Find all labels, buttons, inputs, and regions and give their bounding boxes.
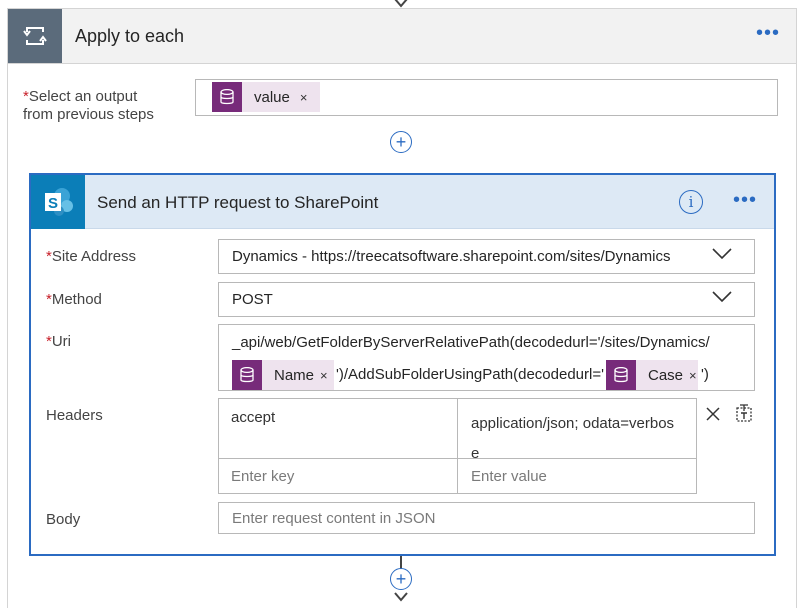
site-address-value: Dynamics - https://treecatsoftware.share…: [232, 248, 671, 265]
new-header-value-input[interactable]: Enter value: [458, 459, 696, 493]
apply-to-each-title: Apply to each: [75, 26, 185, 46]
headers-table: accept application/json; odata=verbos e E…: [218, 398, 697, 494]
apply-to-each-more-icon[interactable]: •••: [756, 22, 780, 45]
value-token-label: value: [254, 88, 290, 106]
uri-text-line1: _api/web/GetFolderByServerRelativePath(d…: [232, 334, 710, 351]
header-key-input[interactable]: accept: [219, 399, 458, 459]
chevron-down-icon[interactable]: [712, 291, 732, 303]
sharepoint-action-title: Send an HTTP request to SharePoint: [97, 193, 379, 212]
database-icon: [232, 360, 262, 390]
case-token[interactable]: Case ×: [606, 360, 698, 390]
connector-arrow-icon: [394, 0, 408, 8]
database-icon: [606, 360, 636, 390]
uri-text-middle: ')/AddSubFolderUsingPath(decodedurl=': [336, 366, 604, 383]
remove-token-icon[interactable]: ×: [320, 368, 328, 383]
sharepoint-icon: S: [31, 175, 85, 229]
site-address-dropdown[interactable]: Dynamics - https://treecatsoftware.share…: [218, 239, 755, 274]
header-value-input[interactable]: application/json; odata=verbos e: [458, 399, 696, 462]
body-label: Body: [46, 511, 81, 528]
remove-token-icon[interactable]: ×: [300, 90, 308, 105]
uri-text-end: '): [701, 366, 709, 383]
body-input[interactable]: Enter request content in JSON: [218, 502, 755, 534]
switch-to-text-mode-icon[interactable]: [734, 403, 754, 423]
uri-input[interactable]: _api/web/GetFolderByServerRelativePath(d…: [218, 324, 755, 391]
method-value: POST: [232, 291, 273, 308]
add-step-button[interactable]: +: [390, 131, 412, 153]
uri-label: *Uri: [46, 333, 72, 350]
method-label: *Method: [46, 291, 102, 308]
connector-arrow-icon: [394, 592, 408, 602]
sharepoint-action-more-icon[interactable]: •••: [733, 189, 757, 212]
svg-text:S: S: [48, 195, 58, 212]
method-dropdown[interactable]: POST: [218, 282, 755, 317]
select-output-field[interactable]: value ×: [195, 79, 778, 116]
site-address-label: *Site Address: [46, 248, 137, 265]
add-action-button[interactable]: +: [390, 568, 412, 590]
remove-token-icon[interactable]: ×: [689, 368, 697, 383]
database-icon: [212, 82, 242, 112]
delete-header-icon[interactable]: [705, 406, 721, 422]
select-output-label: *Select an output from previous steps: [23, 88, 154, 123]
name-token-label: Name: [274, 366, 315, 384]
loop-icon: [8, 9, 62, 63]
headers-label: Headers: [46, 407, 103, 424]
chevron-down-icon[interactable]: [712, 248, 732, 260]
info-icon[interactable]: i: [679, 190, 703, 214]
header-key-value: accept: [231, 409, 276, 426]
new-header-key-input[interactable]: Enter key: [219, 459, 458, 493]
value-token[interactable]: value ×: [212, 82, 320, 112]
name-token[interactable]: Name ×: [232, 360, 334, 390]
case-token-label: Case: [648, 366, 684, 384]
